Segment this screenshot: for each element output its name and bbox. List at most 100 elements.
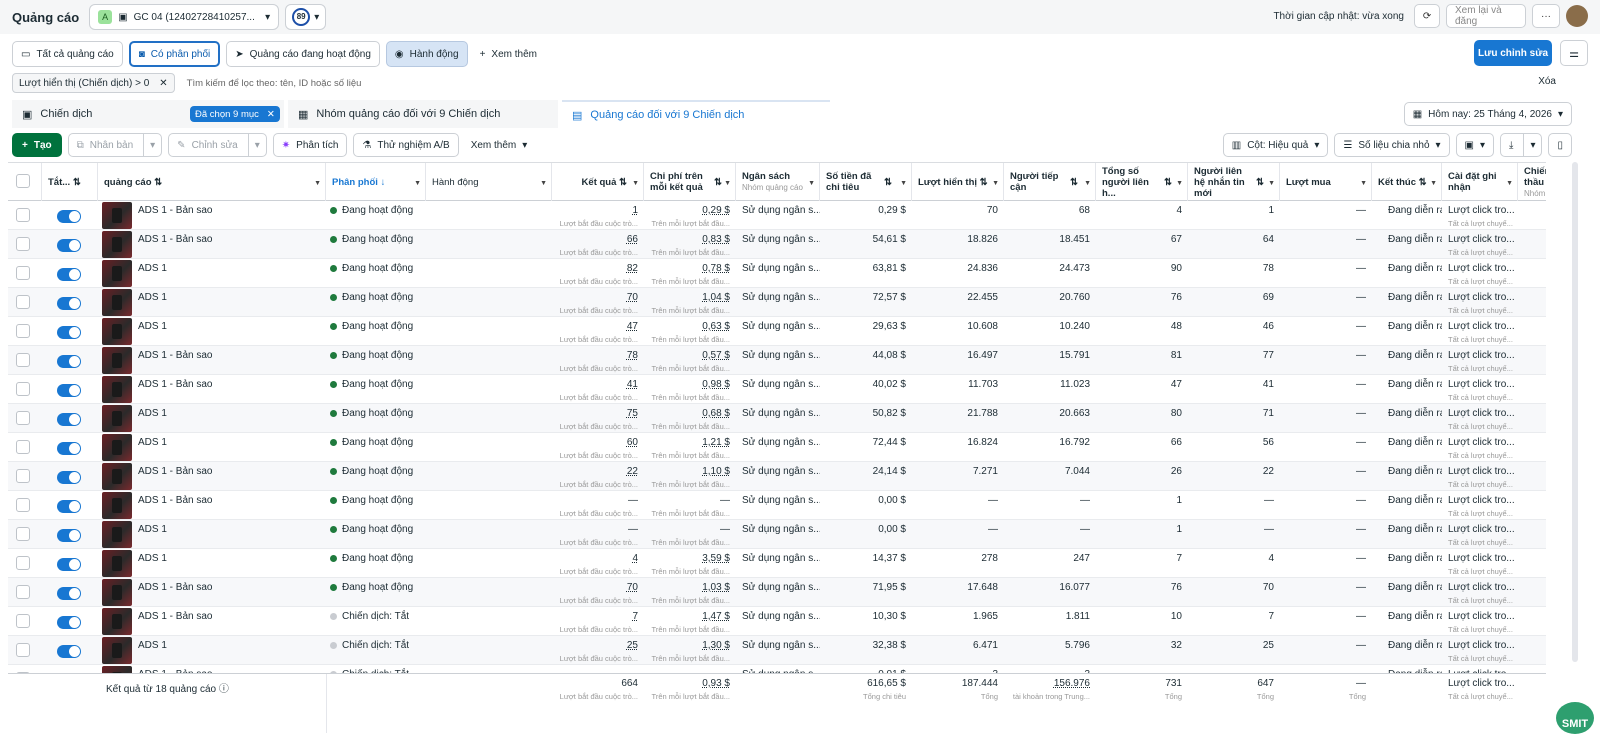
reports-button[interactable]: ▣ ▾ [1455,133,1495,157]
header-cpr[interactable]: Chi phí trên mỗi kết quả ⇅ ▼ [644,163,736,201]
ad-name[interactable]: ADS 1 [138,317,324,346]
edit-button[interactable]: ✎ Chỉnh sửa ▾ [168,133,267,157]
table-row[interactable]: ADS 1 - Bản sao Chiến dịch: Tắt —Lượt bắt … [8,665,1546,673]
table-row[interactable]: ADS 1 - Bản sao Đang hoạt động 22 Lượt bắt … [8,462,1546,491]
filter-all-ads[interactable]: ▭ Tất cả quảng cáo [12,41,123,67]
ad-name[interactable]: ADS 1 [138,549,324,578]
ad-toggle[interactable] [57,355,81,368]
chevron-down-icon[interactable]: ▼ [1268,178,1275,189]
ad-name[interactable]: ADS 1 - Bản sao [138,375,324,404]
chevron-down-icon[interactable]: ▾ [247,133,266,157]
budget-cell[interactable]: Sử dụng ngân s... [742,636,820,665]
ad-name[interactable]: ADS 1 - Bản sao [138,607,324,636]
chevron-down-icon[interactable]: ▼ [900,178,907,189]
chevron-down-icon[interactable]: ▼ [724,178,731,189]
chevron-down-icon[interactable]: ▼ [540,178,547,189]
chevron-down-icon[interactable]: ▼ [414,178,421,189]
see-more-button[interactable]: Xem thêm ▾ [465,140,534,151]
budget-cell[interactable]: Sử dụng ngân s... [742,549,820,578]
table-row[interactable]: ADS 1 - Bản sao Đang hoạt động 78 Lượt bắt … [8,346,1546,375]
more-button[interactable]: ··· [1532,4,1560,28]
search-input[interactable]: Tìm kiếm để lọc theo: tên, ID hoặc số li… [187,78,362,89]
ad-name[interactable]: ADS 1 [138,259,324,288]
filter-active-ads[interactable]: ➤ Quảng cáo đang hoạt động [226,41,380,67]
ab-test-button[interactable]: ⚗ Thử nghiệm A/B [353,133,459,157]
ad-name[interactable]: ADS 1 [138,520,324,549]
row-checkbox[interactable] [16,469,30,483]
export-button[interactable]: ⤓ ▾ [1500,133,1543,157]
row-checkbox[interactable] [16,614,30,628]
review-publish-button[interactable]: Xem lại và đăng [1446,4,1526,28]
row-checkbox[interactable] [16,382,30,396]
budget-cell[interactable]: Sử dụng ngân s... [742,346,820,375]
header-spent[interactable]: Số tiền đã chi tiêu ⇅ ▼ [820,163,912,201]
chevron-down-icon[interactable]: ▾ [1523,133,1541,157]
ad-toggle[interactable] [57,268,81,281]
header-impressions[interactable]: Lượt hiển thị ⇅ ▼ [912,163,1004,201]
budget-cell[interactable]: Sử dụng ngân s... [742,404,820,433]
chevron-down-icon[interactable]: ▾ [143,133,161,157]
ad-toggle[interactable] [57,442,81,455]
budget-cell[interactable]: Sử dụng ngân s... [742,259,820,288]
ad-toggle[interactable] [57,471,81,484]
header-bid[interactable]: Chiến thầuNhóm [1518,163,1546,201]
budget-cell[interactable]: Sử dụng ngân s... [742,665,820,673]
chevron-down-icon[interactable]: ▼ [1506,178,1513,189]
ad-name[interactable]: ADS 1 [138,433,324,462]
header-delivery[interactable]: Phân phối ↓ ▼ [326,163,426,201]
ad-name[interactable]: ADS 1 [138,404,324,433]
analyze-button[interactable]: ✷ Phân tích [272,133,348,157]
chevron-down-icon[interactable]: ▼ [1360,178,1367,189]
ad-name[interactable]: ADS 1 - Bản sao [138,665,324,673]
ad-toggle[interactable] [57,616,81,629]
row-checkbox[interactable] [16,440,30,454]
table-row[interactable]: ADS 1 Đang hoạt động — Lượt bắt đầu cuộc tr… [8,520,1546,549]
header-end[interactable]: Kết thúc ⇅ ▼ [1372,163,1442,201]
header-reach[interactable]: Người tiếp cận ⇅ ▼ [1004,163,1096,201]
avatar[interactable] [1566,5,1588,27]
chevron-down-icon[interactable]: ▼ [1176,178,1183,189]
refresh-button[interactable]: ⟳ [1414,4,1440,28]
info-icon[interactable]: ⓘ [219,684,229,695]
header-attribution[interactable]: Cài đặt ghi nhận ▼ [1442,163,1518,201]
duplicate-button[interactable]: ⧉ Nhân bản ▾ [67,133,163,157]
table-row[interactable]: ADS 1 - Bản sao Đang hoạt động 41 Lượt bắt … [8,375,1546,404]
chevron-down-icon[interactable]: ▼ [1430,178,1437,189]
budget-cell[interactable]: Sử dụng ngân s... [742,491,820,520]
budget-cell[interactable]: Sử dụng ngân s... [742,433,820,462]
ad-name[interactable]: ADS 1 - Bản sao [138,230,324,259]
header-budget[interactable]: Ngân sách Nhóm quảng cáo ▼ [736,163,820,201]
table-row[interactable]: ADS 1 Đang hoạt động 82 Lượt bắt đầu cuộc t… [8,259,1546,288]
ad-name[interactable]: ADS 1 [138,288,324,317]
budget-cell[interactable]: Sử dụng ngân s... [742,288,820,317]
row-checkbox[interactable] [16,527,30,541]
ad-toggle[interactable] [57,413,81,426]
ad-toggle[interactable] [57,500,81,513]
tab-ads[interactable]: ▤ Quảng cáo đối với 9 Chiến dịch [562,100,830,128]
filter-chip[interactable]: Lượt hiển thị (Chiến dịch) > 0 ✕ [12,73,175,93]
vertical-scrollbar[interactable] [1572,162,1578,662]
header-name[interactable]: quảng cáo ⇅ ▼ [98,163,326,201]
row-checkbox[interactable] [16,411,30,425]
filter-see-more[interactable]: + Xem thêm [474,49,543,60]
create-button[interactable]: + Tạo [12,133,62,157]
chevron-down-icon[interactable]: ▼ [632,178,639,189]
row-checkbox[interactable] [16,266,30,280]
row-checkbox[interactable] [16,556,30,570]
table-row[interactable]: ADS 1 Đang hoạt động 70 Lượt bắt đầu cuộc t… [8,288,1546,317]
row-checkbox[interactable] [16,643,30,657]
header-contacts[interactable]: Tổng số người liên h... ⇅ ▼ [1096,163,1188,201]
ad-toggle[interactable] [57,239,81,252]
ad-toggle[interactable] [57,645,81,658]
table-row[interactable]: ADS 1 - Bản sao Đang hoạt động 1 Lượt bắt đ… [8,201,1546,230]
table-row[interactable]: ADS 1 Đang hoạt động 47 Lượt bắt đầu cuộc t… [8,317,1546,346]
ad-toggle[interactable] [57,587,81,600]
columns-button[interactable]: ▥ Cột: Hiệu quả ▾ [1222,133,1329,157]
close-icon[interactable]: ✕ [159,78,167,89]
row-checkbox[interactable] [16,353,30,367]
filter-has-delivery[interactable]: ◙ Có phân phối [128,41,221,67]
ad-name[interactable]: ADS 1 - Bản sao [138,201,324,230]
expand-panel-button[interactable]: ▯ [1548,133,1572,157]
clear-filters-link[interactable]: Xóa [1538,76,1556,87]
budget-cell[interactable]: Sử dụng ngân s... [742,201,820,230]
